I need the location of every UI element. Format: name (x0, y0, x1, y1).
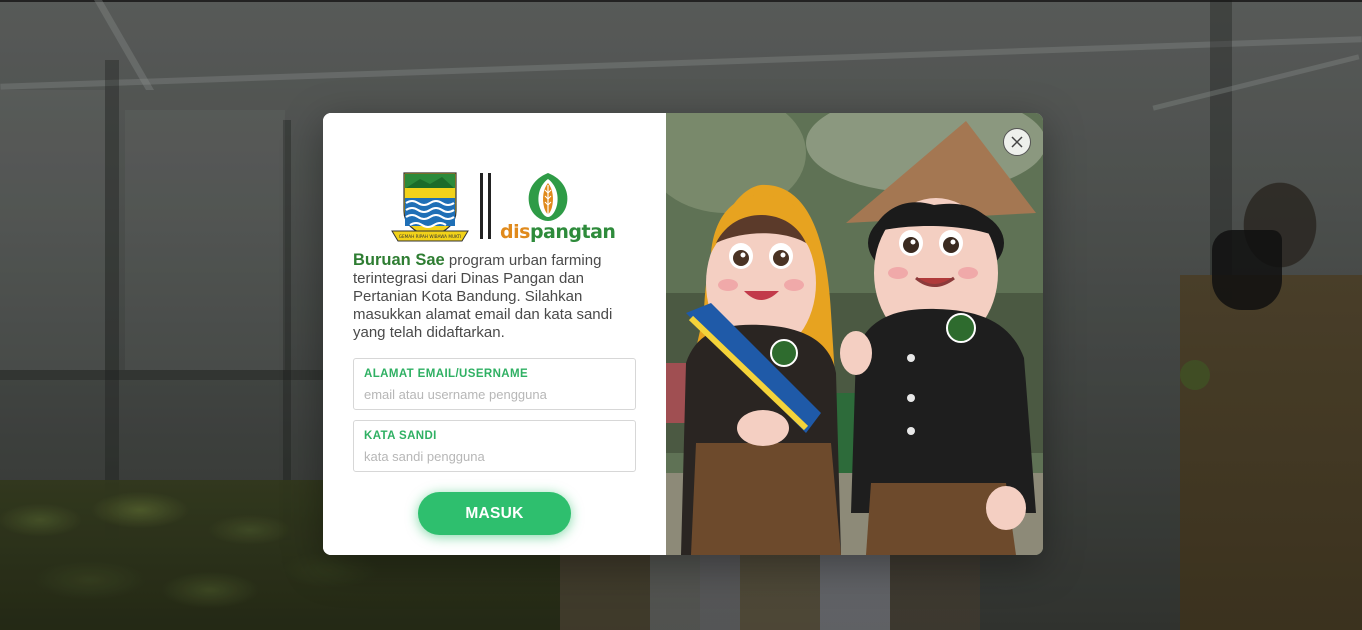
password-field[interactable]: KATA SANDI (353, 420, 636, 472)
login-modal: GEMAH RIPAH WIBAWA MUKTI dispangtan Buru… (323, 113, 1043, 555)
password-field-label: KATA SANDI (364, 430, 437, 442)
login-button[interactable]: MASUK (418, 492, 571, 535)
intro-description: Buruan Sae program urban farming terinte… (353, 251, 643, 342)
logo-divider (480, 173, 494, 239)
login-form-panel: GEMAH RIPAH WIBAWA MUKTI dispangtan Buru… (323, 113, 666, 555)
bandung-crest-logo: GEMAH RIPAH WIBAWA MUKTI (391, 172, 469, 242)
password-input[interactable] (364, 448, 624, 464)
crest-motto: GEMAH RIPAH WIBAWA MUKTI (399, 234, 461, 239)
email-input[interactable] (364, 386, 624, 402)
email-field-label: ALAMAT EMAIL/USERNAME (364, 368, 529, 380)
close-icon (1011, 136, 1023, 148)
close-button[interactable] (1003, 128, 1031, 156)
dispangtan-logo-text: dispangtan (500, 221, 616, 243)
logos: GEMAH RIPAH WIBAWA MUKTI dispangtan (390, 171, 616, 245)
email-field[interactable]: ALAMAT EMAIL/USERNAME (353, 358, 636, 410)
brand-name: Buruan Sae (353, 251, 445, 269)
mascot-photo (666, 113, 1043, 555)
dispangtan-logo-icon (528, 173, 568, 221)
mascot-photo-panel (666, 113, 1043, 555)
